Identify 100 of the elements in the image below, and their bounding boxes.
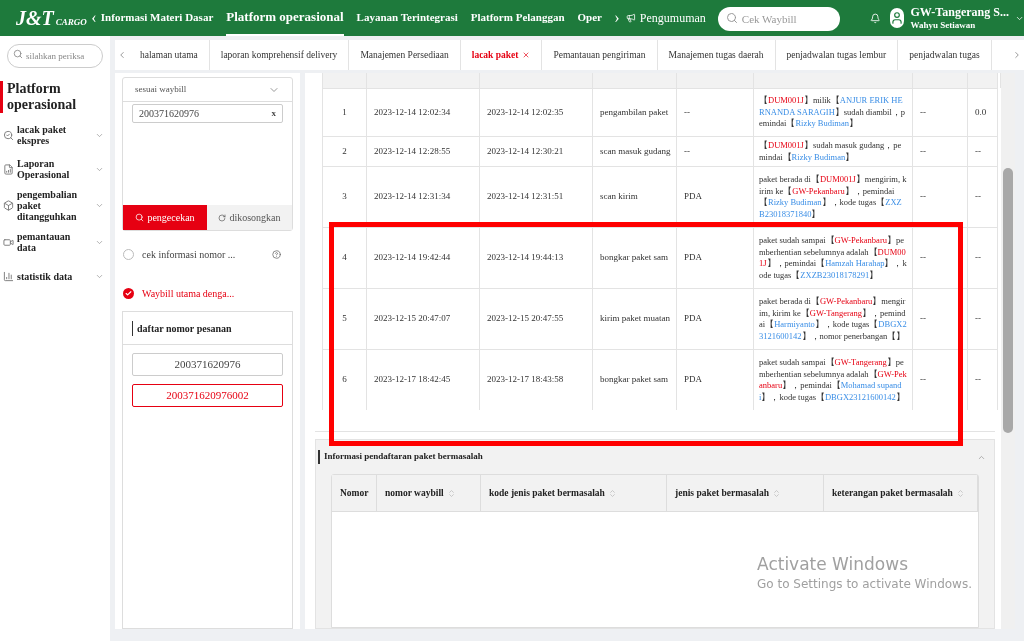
page-tab[interactable]: penjadwalan tugas: [898, 40, 992, 70]
sidebar-item[interactable]: Laporan Operasional: [0, 155, 110, 183]
table-cell: 【DUM001J】milik【ANJUR ERIK HERNANDA SARAGIH】sudah diambil，pemindai【Rizky Budiman】: [754, 89, 913, 136]
user-subtitle: Wahyu Setiawan: [910, 19, 977, 32]
table-cell: 2023-12-14 12:02:35: [480, 89, 593, 136]
table-cell-text: --: [974, 251, 982, 265]
logo: J&TCARGO: [15, 8, 87, 28]
column-header[interactable]: jenis paket bermasalah: [667, 475, 824, 511]
page-tab[interactable]: lacak paket: [460, 40, 543, 70]
table-cell: scan kirim: [593, 167, 677, 227]
table-cell-text: 0.0: [974, 105, 988, 119]
menu-icon: [3, 163, 14, 175]
table-cell: scan masuk gudang: [593, 137, 677, 166]
sidebar-item[interactable]: pengembalian paket ditangguhkan: [0, 189, 110, 222]
table-cell: 2: [323, 137, 367, 166]
table-cell: --: [913, 350, 968, 410]
table-cell: PDA: [677, 350, 754, 410]
page-tab[interactable]: halaman utama: [129, 40, 210, 70]
table-cell: 2023-12-14 12:28:55: [367, 137, 480, 166]
table-cell-text: --: [974, 144, 982, 158]
table-cell: --: [913, 289, 968, 349]
page-tab[interactable]: laporan komprehensif delivery: [209, 40, 350, 70]
table-cell-text: --: [974, 312, 982, 326]
table-cell: 4: [323, 228, 367, 288]
close-icon[interactable]: [522, 51, 531, 59]
table-cell: PDA: [677, 167, 754, 227]
sort-icon: [607, 488, 617, 498]
table-cell: --: [677, 137, 754, 166]
table-cell: 2023-12-17 18:42:45: [367, 350, 480, 410]
order-number-button[interactable]: 200371620976002: [132, 384, 283, 407]
nav-tab[interactable]: Platform Pelanggan: [470, 0, 565, 36]
table-cell: 2023-12-15 20:47:07: [367, 289, 480, 349]
waybill-input[interactable]: 200371620976 x: [132, 104, 283, 123]
table-cell: --: [913, 137, 968, 166]
user-name: GW-Tangerang S...: [910, 4, 1009, 20]
search-icon: [13, 49, 23, 59]
table-cell: paket sudah sampai【GW-Pekanbaru】pemberhentian sebelumnya adalah【DUM001J】，pemindai【Hamzah Harahap】，kode tugas【ZXZB23018178291】: [754, 228, 913, 288]
menu-icon: [3, 236, 14, 248]
menu-icon: [3, 129, 14, 141]
column-header[interactable]: keterangan paket bermasalah: [824, 475, 978, 511]
waybill-search-field[interactable]: Cek Waybill: [717, 6, 840, 31]
nav-prev-button[interactable]: ‹: [86, 6, 101, 30]
sidebar-search-field[interactable]: silahkan periksa: [7, 44, 103, 68]
clear-all-button[interactable]: dikosongkan: [207, 205, 292, 230]
table-cell: paket berada di【DUM001J】mengirim, kirim ke【GW-Pekanbaru】，pemindai【Rizky Budiman】，kode tugas【ZXZB23018371840】: [754, 167, 913, 227]
table-cell: 5: [323, 289, 367, 349]
table-cell: PDA: [677, 228, 754, 288]
column-header[interactable]: nomor waybill: [377, 475, 481, 511]
table-cell: --: [913, 167, 968, 227]
radio-button[interactable]: [123, 288, 134, 299]
mode-select[interactable]: sesuai waybill: [123, 78, 292, 102]
table-cell: --: [677, 89, 754, 136]
refresh-icon: [218, 213, 227, 222]
table-cell: pengambilan paket: [593, 89, 677, 136]
sidebar-item[interactable]: statistik data: [0, 262, 110, 290]
table-cell: 2023-12-14 19:44:13: [480, 228, 593, 288]
table-cell: kirim paket muatan: [593, 289, 677, 349]
table-cell: bongkar paket sam: [593, 350, 677, 410]
sidebar-item[interactable]: pemantauan data: [0, 228, 110, 256]
check-button[interactable]: pengecekan: [123, 205, 207, 230]
option-label: cek informasi nomor ...: [142, 248, 236, 262]
page-tab[interactable]: Manajemen tugas daerah: [657, 40, 776, 70]
order-number-button[interactable]: 200371620976: [132, 353, 283, 376]
sidebar-title: Platform operasional: [0, 81, 110, 113]
column-header: Nomor: [332, 475, 377, 511]
nav-next-button[interactable]: ›: [610, 6, 624, 30]
nav-tab[interactable]: Oper: [577, 0, 602, 36]
search-icon: [725, 11, 738, 24]
nav-tab[interactable]: Platform operasional: [226, 0, 344, 36]
list-title: daftar nomor pesanan: [132, 320, 232, 336]
table-cell: 【DUM001J】sudah masuk gudang，pemindai【Rizky Budiman】: [754, 137, 913, 166]
page-tab[interactable]: Pemantauan pengiriman: [542, 40, 658, 70]
caret-icon: [95, 201, 104, 210]
os-notice-text: Go to Settings to activate Windows.: [757, 576, 972, 593]
table-cell-text: --: [974, 190, 982, 204]
table-cell-text: --: [974, 373, 982, 387]
table-cell: --: [913, 228, 968, 288]
table-cell: 3: [323, 167, 367, 227]
table-cell: --: [913, 89, 968, 136]
sidebar-item[interactable]: lacak paket ekspres: [0, 121, 110, 149]
page-tab[interactable]: Manajemen Persediaan: [349, 40, 461, 70]
column-header[interactable]: kode jenis paket bermasalah: [481, 475, 667, 511]
nav-tab[interactable]: Informasi Materi Dasar: [100, 0, 214, 36]
notification-icon[interactable]: [869, 10, 881, 26]
avatar-icon: [890, 8, 905, 28]
table-cell: 6: [323, 350, 367, 410]
clear-button[interactable]: x: [271, 106, 276, 121]
table-cell: PDA: [677, 289, 754, 349]
announcement-link[interactable]: Pengumuman: [639, 9, 706, 27]
page-tab[interactable]: penjadwalan tugas lembur: [775, 40, 899, 70]
table-cell: bongkar paket sam: [593, 228, 677, 288]
table-cell: 2023-12-15 20:47:55: [480, 289, 593, 349]
table-cell: 2023-12-14 19:42:44: [367, 228, 480, 288]
table-cell: 2023-12-14 12:30:21: [480, 137, 593, 166]
table-cell: 2023-12-14 12:31:51: [480, 167, 593, 227]
option-label: Waybill utama denga...: [142, 287, 235, 301]
table-cell: 1: [323, 89, 367, 136]
menu-icon: [3, 270, 14, 282]
nav-tab[interactable]: Layanan Terintegrasi: [356, 0, 458, 36]
table-cell: paket berada di【GW-Pekanbaru】mengirim, kirim ke【GW-Tangerang】，pemindai【Harmiyanto】，kode tugas【DBGX23121600142】，nomor penerbangan【】: [754, 289, 913, 349]
